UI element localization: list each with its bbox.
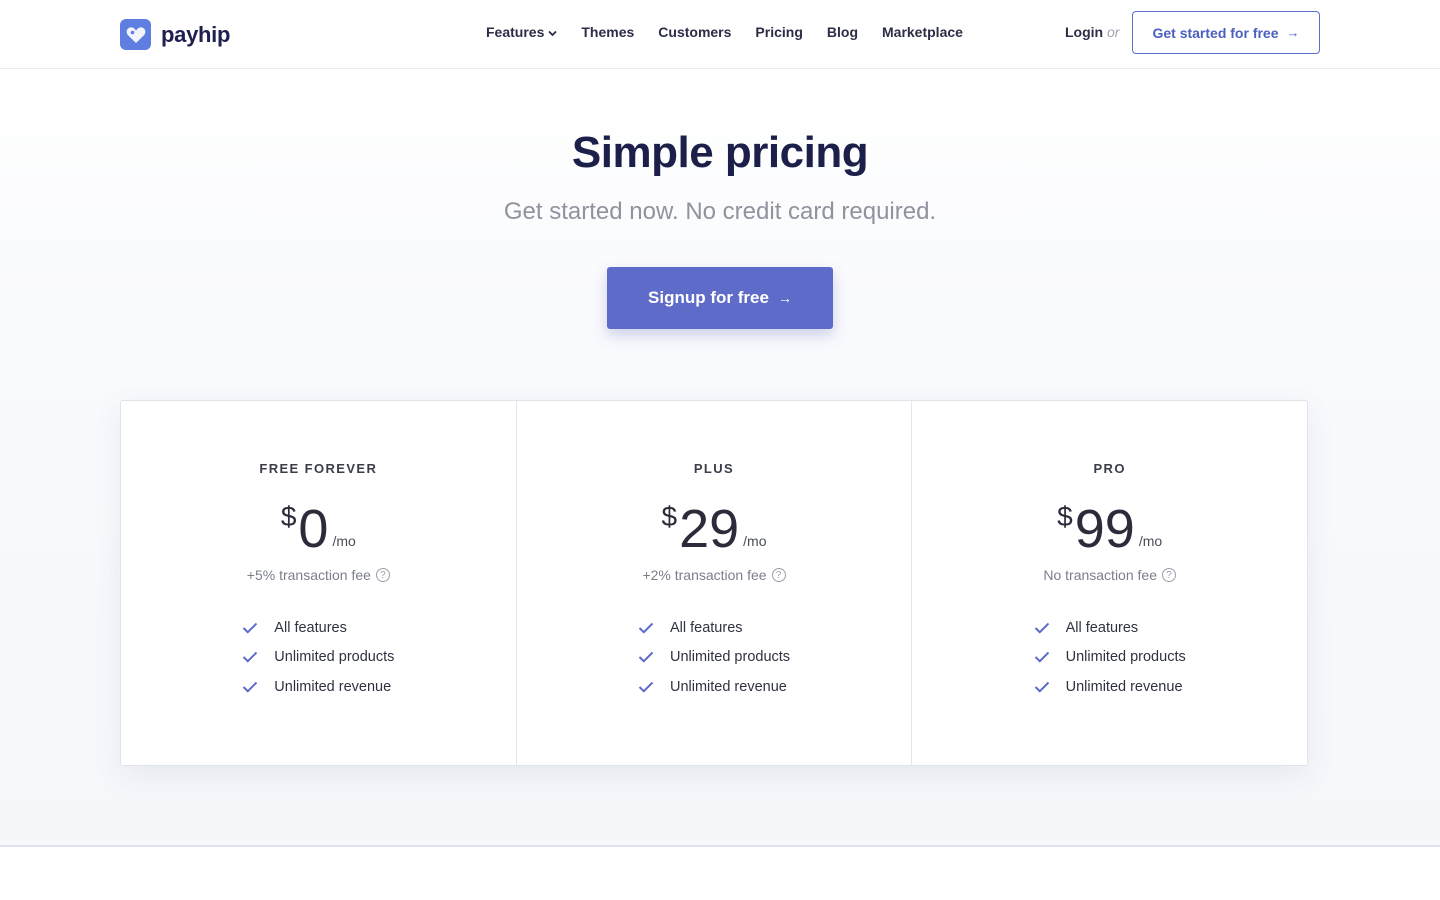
feature-label: Unlimited products xyxy=(1065,649,1186,666)
nav-item-label: Themes xyxy=(581,24,635,40)
price-period: /mo xyxy=(1138,533,1163,549)
brand-name: payhip xyxy=(161,21,231,47)
list-item: All features xyxy=(242,613,394,643)
feature-label: Unlimited products xyxy=(669,649,791,666)
plan-name: PLUS xyxy=(693,461,735,476)
price-amount: 99 xyxy=(1074,499,1135,559)
get-started-label: Get started for free xyxy=(1152,24,1279,41)
transaction-fee: +2% transaction fee ? xyxy=(517,567,912,583)
plan-name: FREE FOREVER xyxy=(259,461,378,476)
transaction-fee-label: +5% transaction fee xyxy=(246,567,371,583)
get-started-button[interactable]: Get started for free → xyxy=(1132,11,1320,54)
check-icon xyxy=(638,622,654,634)
feature-label: Unlimited revenue xyxy=(274,678,392,695)
feature-label: Unlimited revenue xyxy=(1065,678,1183,695)
chevron-down-icon xyxy=(548,24,557,40)
feature-label: Unlimited products xyxy=(274,649,395,666)
nav-item-label: Marketplace xyxy=(882,24,963,40)
plan-name: PRO xyxy=(1093,461,1126,476)
nav-item-label: Blog xyxy=(826,24,858,40)
arrow-right-icon: → xyxy=(1286,25,1300,40)
feature-label: All features xyxy=(669,619,743,636)
check-icon xyxy=(638,681,654,693)
check-icon xyxy=(1034,651,1050,663)
feature-label: All features xyxy=(274,619,347,636)
nav-item-features[interactable]: Features xyxy=(486,24,557,40)
price-currency: $ xyxy=(1057,501,1073,532)
check-icon xyxy=(242,681,258,693)
check-icon xyxy=(242,651,258,663)
list-item: Unlimited products xyxy=(242,643,394,673)
feature-label: All features xyxy=(1065,619,1139,636)
transaction-fee-label: +2% transaction fee xyxy=(642,567,767,583)
list-item: Unlimited revenue xyxy=(638,672,790,702)
pricing-cards: FREE FOREVER $ 0 /mo +5% transaction fee… xyxy=(120,400,1308,766)
price-period: /mo xyxy=(743,533,767,549)
nav-item-blog[interactable]: Blog xyxy=(827,24,858,40)
question-icon[interactable]: ? xyxy=(1161,568,1176,582)
check-icon xyxy=(242,622,258,634)
transaction-fee: +5% transaction fee ? xyxy=(121,567,516,583)
price-period: /mo xyxy=(332,533,356,549)
transaction-fee-label: No transaction fee xyxy=(1043,567,1157,583)
list-item: Unlimited revenue xyxy=(1034,672,1186,702)
list-item: All features xyxy=(638,613,790,643)
login-link[interactable]: Login xyxy=(1065,24,1103,40)
nav-item-themes[interactable]: Themes xyxy=(581,24,634,40)
check-icon xyxy=(638,651,654,663)
signup-label: Signup for free xyxy=(648,288,769,307)
heart-tag-icon xyxy=(120,19,151,50)
list-item: Unlimited products xyxy=(638,643,790,673)
pricing-card-pro: PRO $ 99 /mo No transaction fee ? All fe… xyxy=(912,401,1307,765)
logo[interactable]: payhip xyxy=(120,19,230,50)
nav-item-label: Customers xyxy=(658,24,732,40)
list-item: All features xyxy=(1034,613,1186,643)
list-item: Unlimited products xyxy=(1034,643,1186,673)
nav-item-marketplace[interactable]: Marketplace xyxy=(882,24,963,40)
question-icon[interactable]: ? xyxy=(771,568,786,582)
transaction-fee: No transaction fee ? xyxy=(912,567,1307,583)
plan-price: $ 99 /mo xyxy=(912,499,1307,559)
price-amount: 0 xyxy=(298,499,329,559)
plan-price: $ 29 /mo xyxy=(517,499,912,559)
nav-item-pricing[interactable]: Pricing xyxy=(755,24,802,40)
site-header: payhip Features Themes Customers Pricing… xyxy=(0,0,1440,69)
check-icon xyxy=(1034,622,1050,634)
feature-list: All features Unlimited products Unlimite… xyxy=(517,613,912,702)
page-subtitle: Get started now. No credit card required… xyxy=(503,198,937,225)
feature-label: Unlimited revenue xyxy=(669,678,787,695)
feature-list: All features Unlimited products Unlimite… xyxy=(912,613,1307,702)
page-title: Simple pricing xyxy=(571,128,869,177)
pricing-card-free: FREE FOREVER $ 0 /mo +5% transaction fee… xyxy=(121,401,517,765)
question-icon[interactable]: ? xyxy=(375,568,390,582)
main-nav: Features Themes Customers Pricing Blog M… xyxy=(486,24,963,40)
price-amount: 29 xyxy=(679,499,740,559)
nav-item-label: Features xyxy=(486,24,545,40)
check-icon xyxy=(1034,681,1050,693)
signup-button[interactable]: Signup for free → xyxy=(607,267,833,329)
list-item: Unlimited revenue xyxy=(242,672,394,702)
feature-list: All features Unlimited products Unlimite… xyxy=(121,613,516,702)
nav-item-customers[interactable]: Customers xyxy=(658,24,731,40)
arrow-right-icon: → xyxy=(777,290,792,306)
price-currency: $ xyxy=(280,501,297,532)
nav-item-label: Pricing xyxy=(755,24,803,40)
or-separator: or xyxy=(1107,24,1120,40)
price-currency: $ xyxy=(661,501,678,532)
pricing-card-plus: PLUS $ 29 /mo +2% transaction fee ? All … xyxy=(517,401,913,765)
plan-price: $ 0 /mo xyxy=(121,499,516,559)
